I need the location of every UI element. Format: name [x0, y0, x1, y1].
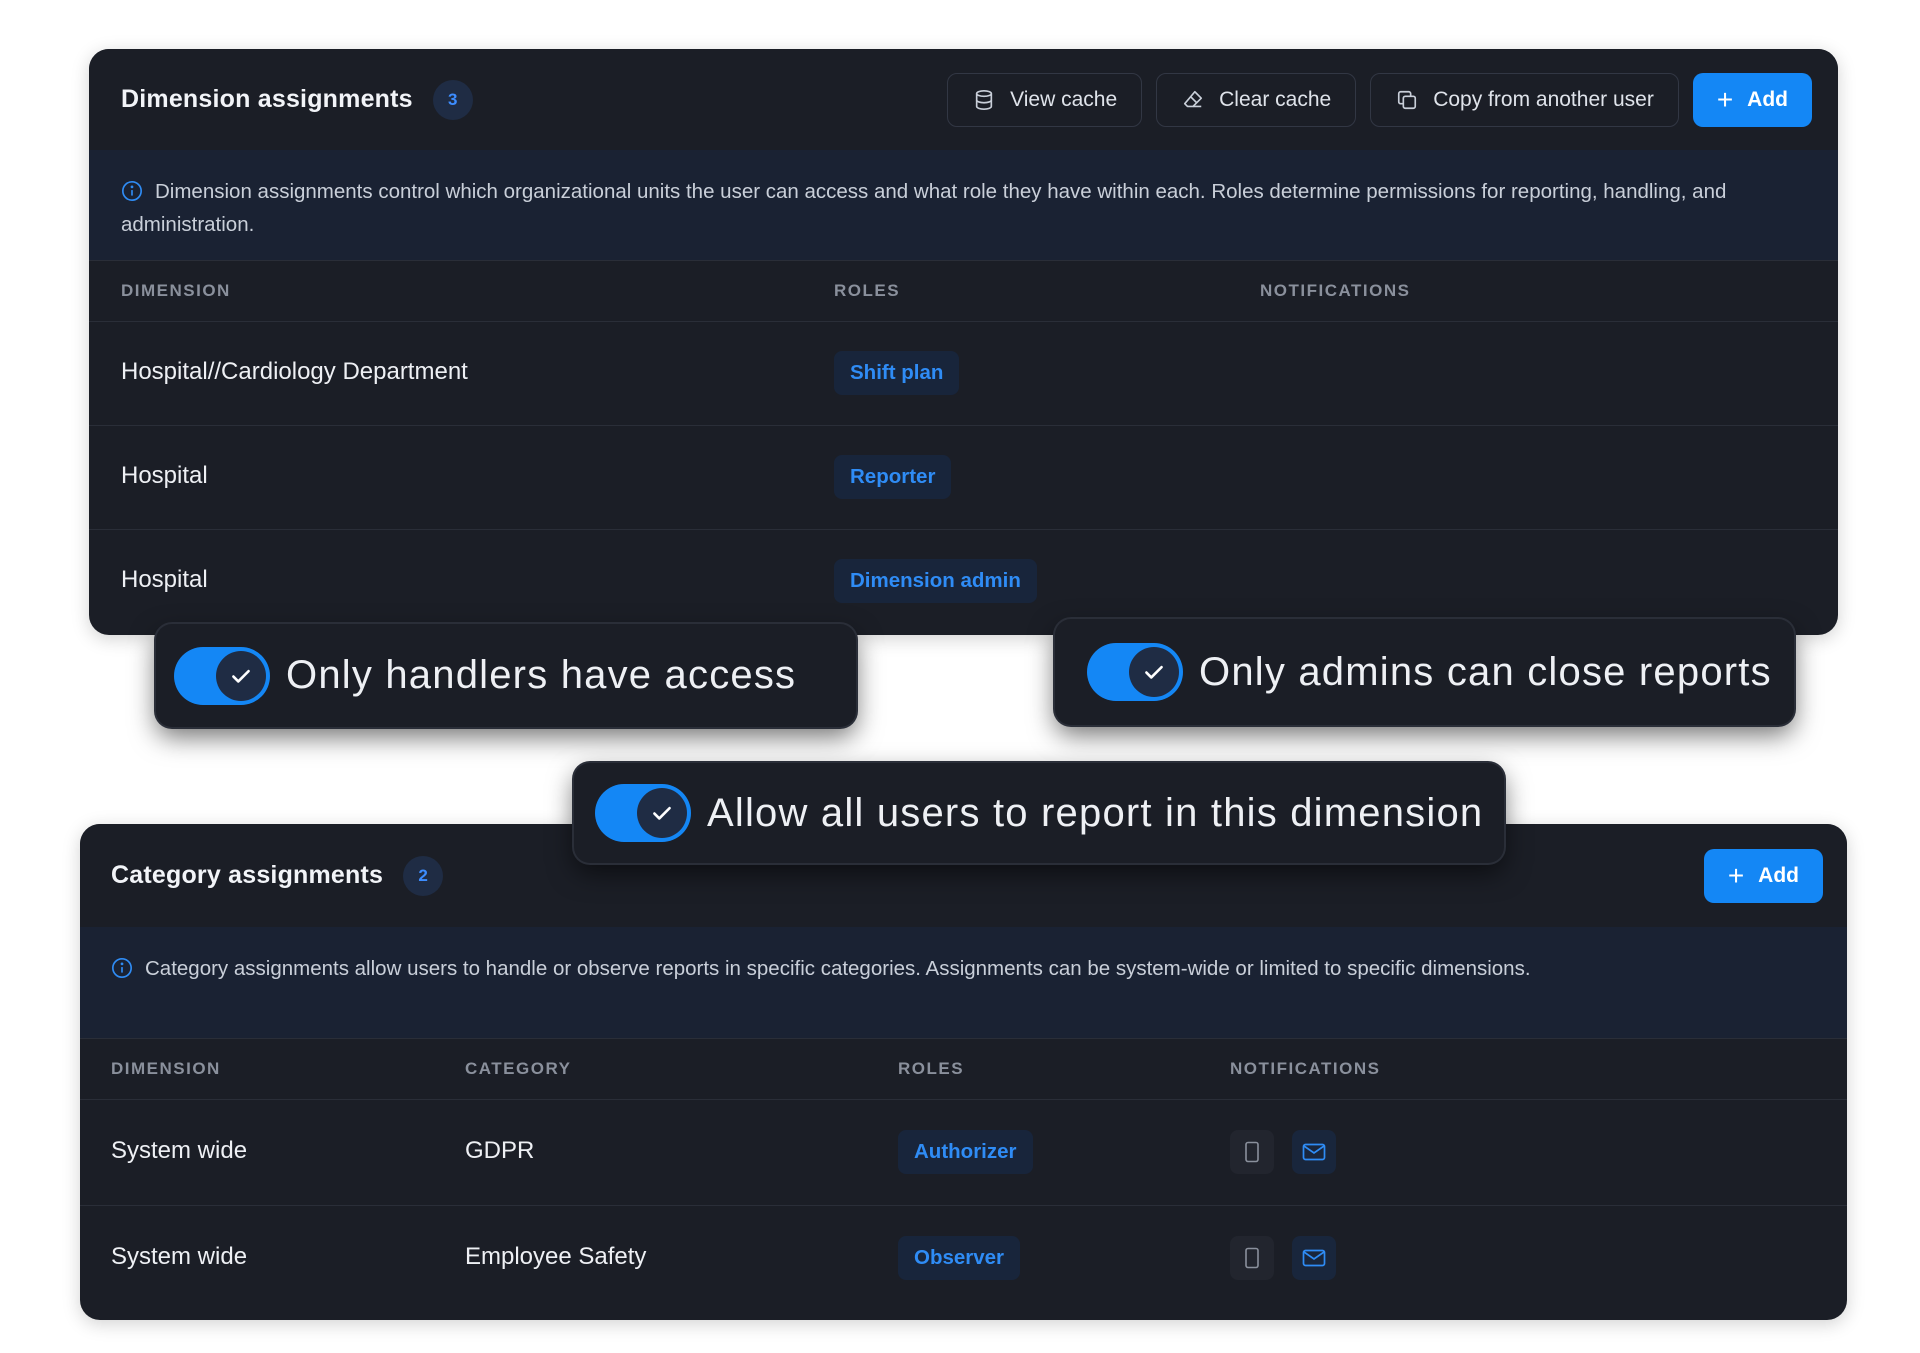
column-header-category: CATEGORY — [465, 1059, 572, 1078]
dimension-cell: System wide — [111, 1137, 248, 1164]
role-badge: Authorizer — [898, 1130, 1033, 1174]
table-row[interactable]: Hospital//Cardiology Department Shift pl… — [89, 321, 1838, 426]
category-cell: Employee Safety — [465, 1243, 647, 1270]
role-badge: Shift plan — [834, 351, 960, 395]
check-icon — [1129, 647, 1179, 697]
toggle-switch[interactable] — [595, 784, 691, 842]
category-panel-title: Category assignments — [111, 861, 384, 889]
add-dimension-button[interactable]: + Add — [1692, 72, 1812, 127]
column-header-roles: ROLES — [834, 281, 901, 300]
copy-icon — [1395, 88, 1419, 112]
dimension-panel-title: Dimension assignments — [121, 85, 413, 113]
mail-icon[interactable] — [1292, 1130, 1336, 1174]
table-row[interactable]: System wide GDPR Authorizer — [80, 1099, 1847, 1206]
table-row[interactable]: System wide Employee Safety Observer — [80, 1205, 1847, 1320]
clear-cache-label: Clear cache — [1219, 87, 1332, 111]
dimension-cell: Hospital — [121, 462, 208, 489]
dimension-cell: Hospital//Cardiology Department — [121, 358, 468, 385]
copy-from-user-label: Copy from another user — [1433, 87, 1654, 111]
database-icon — [972, 88, 996, 112]
category-info-text: Category assignments allow users to hand… — [145, 957, 1531, 980]
check-icon — [637, 788, 687, 838]
phone-icon[interactable] — [1230, 1130, 1274, 1174]
toggle-only-admins-close[interactable]: Only admins can close reports — [1055, 619, 1794, 725]
plus-icon: + — [1716, 83, 1734, 115]
dimension-info-box: Dimension assignments control which orga… — [89, 150, 1838, 261]
dimension-table-header: DIMENSION ROLES NOTIFICATIONS — [89, 261, 1838, 322]
category-table-header: DIMENSION CATEGORY ROLES NOTIFICATIONS — [80, 1039, 1847, 1100]
category-info-box: Category assignments allow users to hand… — [80, 927, 1847, 1039]
toggle-switch[interactable] — [174, 646, 270, 705]
dimension-panel-header: Dimension assignments 3 View cache Clear… — [89, 49, 1838, 151]
eraser-icon — [1181, 88, 1205, 112]
role-badge: Reporter — [834, 455, 952, 499]
category-count-badge: 2 — [403, 855, 444, 896]
phone-icon[interactable] — [1230, 1236, 1274, 1280]
column-header-notifications: NOTIFICATIONS — [1230, 1059, 1381, 1078]
add-category-button[interactable]: + Add — [1703, 848, 1823, 903]
dimension-cell: Hospital — [121, 566, 208, 593]
category-cell: GDPR — [465, 1137, 535, 1164]
copy-from-user-button[interactable]: Copy from another user — [1370, 72, 1679, 127]
toggle-label: Only handlers have access — [286, 653, 797, 697]
toggle-label: Only admins can close reports — [1199, 649, 1772, 694]
column-header-notifications: NOTIFICATIONS — [1260, 281, 1411, 300]
dimension-assignments-panel: Dimension assignments 3 View cache Clear… — [89, 49, 1838, 635]
column-header-roles: ROLES — [898, 1059, 965, 1078]
plus-icon: + — [1727, 859, 1745, 891]
dimension-info-text: Dimension assignments control which orga… — [121, 180, 1727, 236]
dimension-cell: System wide — [111, 1243, 248, 1270]
table-row[interactable]: Hospital Reporter — [89, 425, 1838, 530]
toggle-allow-all-users-report[interactable]: Allow all users to report in this dimens… — [574, 763, 1504, 863]
column-header-dimension: DIMENSION — [111, 1059, 221, 1078]
check-icon — [216, 650, 266, 701]
role-badge: Dimension admin — [834, 559, 1037, 603]
add-dimension-label: Add — [1747, 87, 1788, 111]
toggle-switch[interactable] — [1087, 643, 1183, 701]
view-cache-button[interactable]: View cache — [947, 72, 1143, 127]
role-badge: Observer — [898, 1236, 1021, 1280]
view-cache-label: View cache — [1010, 87, 1118, 111]
column-header-dimension: DIMENSION — [121, 281, 231, 300]
info-icon — [112, 958, 132, 978]
clear-cache-button[interactable]: Clear cache — [1156, 72, 1357, 127]
info-icon — [122, 181, 142, 201]
toggle-only-handlers-access[interactable]: Only handlers have access — [156, 624, 856, 727]
dimension-count-badge: 3 — [432, 79, 473, 120]
category-assignments-panel: Category assignments 2 + Add Category as… — [80, 824, 1847, 1320]
toggle-label: Allow all users to report in this dimens… — [707, 790, 1484, 835]
mail-icon[interactable] — [1292, 1236, 1336, 1280]
add-category-label: Add — [1758, 863, 1799, 887]
